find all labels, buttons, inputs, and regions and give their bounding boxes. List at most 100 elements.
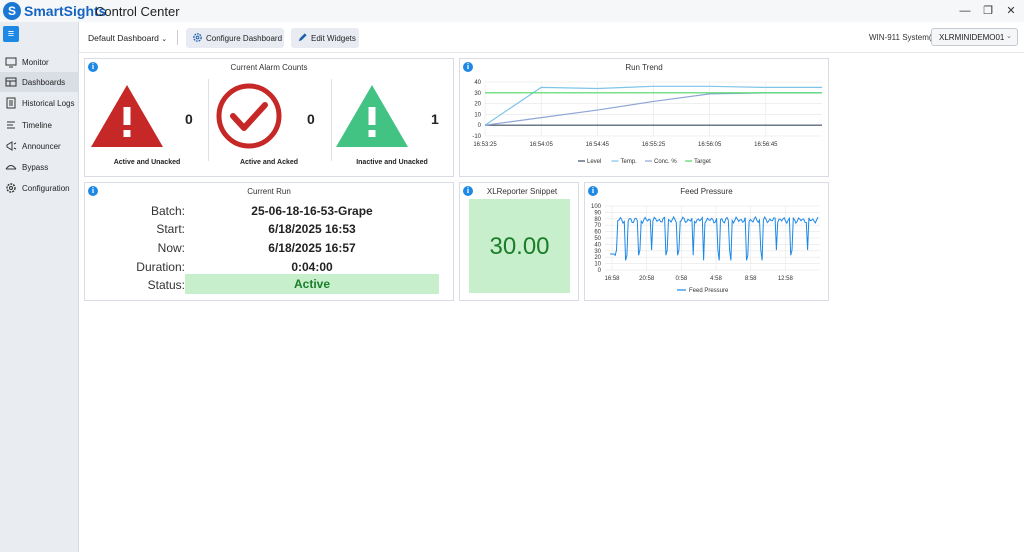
system-select[interactable]: XLRMINIDEMO01 ⌄ <box>931 28 1018 46</box>
restore-button[interactable]: ❐ <box>977 3 999 19</box>
run-key-start: Start: <box>156 222 185 236</box>
y-tick-label: 30 <box>594 249 601 255</box>
warning-triangle-icon <box>91 85 163 147</box>
divider <box>331 79 332 161</box>
series-line-feed-pressure <box>610 215 819 261</box>
y-tick-label: 40 <box>474 80 481 86</box>
feed-pressure-chart: 0102030405060708090100 16:58 20:58 0:58 4:58… <box>591 204 820 294</box>
y-tick-label: 0 <box>478 123 482 129</box>
megaphone-icon <box>6 141 17 151</box>
legend-label: Conc. % <box>654 159 677 165</box>
y-tick-label: 80 <box>594 217 601 223</box>
y-tick-label: 20 <box>594 255 601 261</box>
run-key-batch: Batch: <box>150 204 185 218</box>
pencil-icon <box>298 33 307 42</box>
configure-dashboard-button[interactable]: Configure Dashboard <box>186 28 284 48</box>
panel-title: Current Alarm Counts <box>230 63 308 72</box>
toolbar: Default Dashboard ⌄ Configure Dashboard … <box>79 22 1024 53</box>
sidebar-item-announcer[interactable]: Announcer <box>0 136 79 156</box>
timeline-icon <box>7 121 15 129</box>
run-trend-chart: -10 0 10 20 30 40 16:53:25 16:54:05 16:54:45 16:5… <box>472 80 822 165</box>
panel-title: Current Run <box>247 187 291 196</box>
sidebar: ≡ Monitor Dashboards Historical Logs Tim… <box>0 22 79 552</box>
warning-triangle-icon <box>336 85 408 147</box>
legend-label: Target <box>694 159 711 165</box>
y-tick-label: 70 <box>594 223 601 229</box>
smartsights-logo-icon: S <box>3 2 21 20</box>
y-tick-label: 20 <box>474 102 481 108</box>
dashboard-selector[interactable]: Default Dashboard ⌄ <box>88 33 167 43</box>
sidebar-item-label: Configuration <box>22 184 70 193</box>
alarm-count-active-unacked: 0 <box>185 111 193 127</box>
sidebar-item-bypass[interactable]: Bypass <box>0 157 79 177</box>
system-label: WIN-911 System(s) <box>869 33 939 42</box>
monitor-icon <box>5 57 17 68</box>
x-tick-label: 16:58 <box>604 276 620 282</box>
current-run-panel: i Current Run Batch: 25-06-18-16-53-Grap… <box>84 182 454 301</box>
run-key-duration: Duration: <box>136 260 185 274</box>
sidebar-item-label: Announcer <box>22 142 61 151</box>
alarm-label-active-acked: Active and Acked <box>239 159 299 166</box>
x-tick-label: 0:58 <box>675 276 687 282</box>
x-tick-label: 16:54:45 <box>586 142 610 148</box>
x-tick-label: 16:55:25 <box>642 142 666 148</box>
panel-title: Feed Pressure <box>680 187 733 196</box>
run-key-now: Now: <box>157 241 185 255</box>
sidebar-item-historical-logs[interactable]: Historical Logs <box>0 93 79 113</box>
gear-icon <box>6 183 16 193</box>
panel-title: XLReporter Snippet <box>486 187 558 196</box>
y-tick-label: 100 <box>591 204 602 210</box>
minimize-button[interactable]: — <box>954 3 976 19</box>
x-tick-label: 16:56:05 <box>698 142 722 148</box>
run-value-start: 6/18/2025 16:53 <box>268 222 356 236</box>
close-button[interactable]: ✕ <box>1000 3 1022 19</box>
xlreporter-snippet-panel: i XLReporter Snippet 30.00 <box>459 182 579 301</box>
snippet-value-box: 30.00 <box>469 199 570 293</box>
chevron-down-icon: ⌄ <box>1006 33 1012 40</box>
hamburger-menu-icon[interactable]: ≡ <box>3 26 19 42</box>
system-select-value: XLRMINIDEMO01 <box>939 33 1005 42</box>
alarm-label-active-unacked: Active and Unacked <box>113 159 181 166</box>
alarm-counts-panel: i Current Alarm Counts 0 Active and Unac… <box>84 58 454 177</box>
run-trend-panel: i Run Trend -10 0 10 20 30 40 16:53:25 16:54:05… <box>459 58 829 177</box>
check-circle-icon <box>216 83 282 149</box>
y-tick-label: 60 <box>594 230 601 236</box>
sidebar-item-label: Bypass <box>22 163 49 172</box>
y-tick-label: 40 <box>594 242 601 248</box>
sidebar-item-monitor[interactable]: Monitor <box>0 52 79 72</box>
sidebar-item-configuration[interactable]: Configuration <box>0 178 79 198</box>
dashboard-selector-label: Default Dashboard <box>88 33 159 43</box>
run-value-batch: 25-06-18-16-53-Grape <box>251 204 373 218</box>
legend-label: Level <box>587 159 601 165</box>
edit-widgets-button[interactable]: Edit Widgets <box>291 28 359 48</box>
x-tick-label: 12:58 <box>778 276 794 282</box>
status-value: Active <box>293 277 331 291</box>
app-title: Control Center <box>95 4 180 19</box>
sidebar-item-dashboards[interactable]: Dashboards <box>0 72 79 92</box>
alarm-count-inactive-unacked: 1 <box>431 111 439 127</box>
run-value-duration: 0:04:00 <box>291 260 333 274</box>
chevron-down-icon: ⌄ <box>161 36 168 43</box>
y-tick-label: -10 <box>472 134 481 140</box>
dashboard-icon <box>5 77 17 87</box>
sidebar-item-timeline[interactable]: Timeline <box>0 115 79 135</box>
bypass-icon <box>5 165 17 170</box>
legend-label: Temp. <box>621 159 638 165</box>
sidebar-item-label: Dashboards <box>22 78 66 87</box>
y-tick-label: 0 <box>598 268 602 274</box>
y-tick-label: 10 <box>474 112 481 118</box>
y-tick-label: 50 <box>594 236 601 242</box>
x-tick-label: 16:56:45 <box>754 142 778 148</box>
title-bar: S SmartSights Control Center — ❐ ✕ <box>0 0 1024 22</box>
x-tick-label: 16:54:05 <box>529 142 553 148</box>
x-tick-label: 20:58 <box>639 276 655 282</box>
x-tick-label: 4:58 <box>710 276 722 282</box>
run-value-now: 6/18/2025 16:57 <box>268 241 356 255</box>
divider <box>208 79 209 161</box>
y-tick-label: 90 <box>594 210 601 216</box>
edit-widgets-label: Edit Widgets <box>311 34 356 43</box>
configure-dashboard-label: Configure Dashboard <box>206 34 283 43</box>
sidebar-item-label: Historical Logs <box>22 99 75 108</box>
feed-pressure-panel: i Feed Pressure 0 10 20 30 40 50 60 70 80 90 100 16… <box>584 182 829 301</box>
x-tick-label: 8:58 <box>745 276 757 282</box>
